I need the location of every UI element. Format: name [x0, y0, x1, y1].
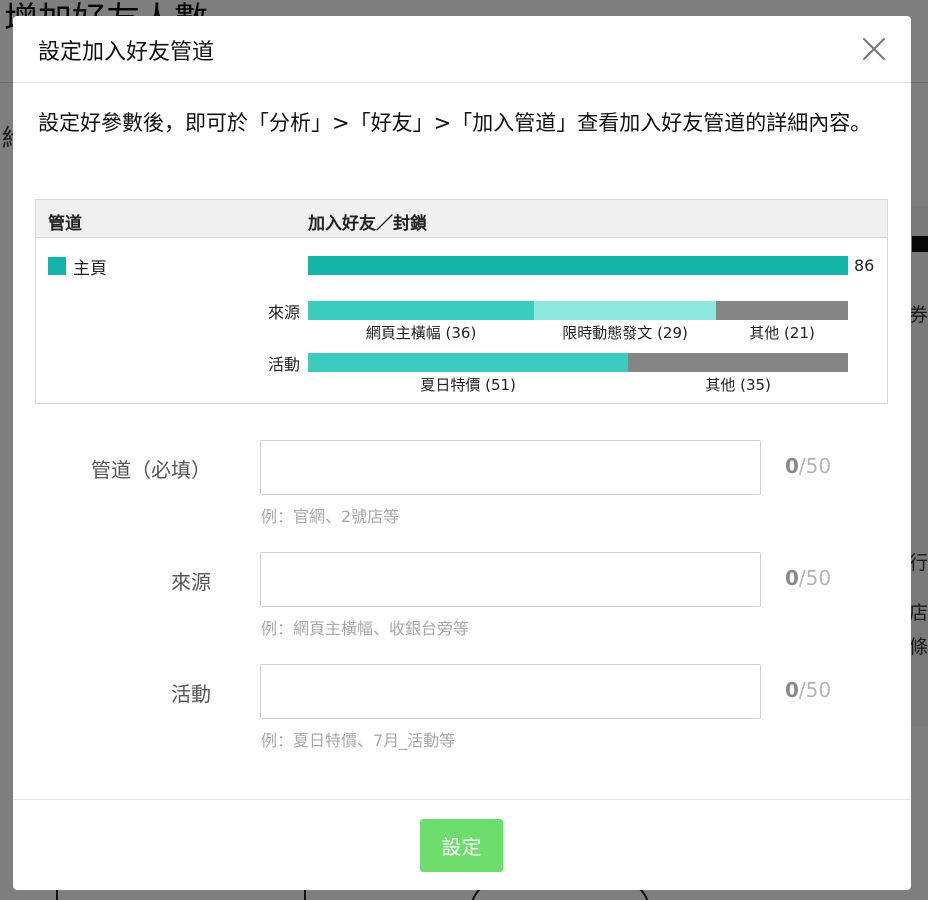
modal-footer: 設定: [13, 799, 911, 890]
char-count-current: 0: [785, 454, 799, 478]
campaign-input[interactable]: [260, 664, 761, 719]
source-char-count: 0/50: [785, 566, 831, 590]
channel-chart: 管道 加入好友／封鎖 主頁 86 來源網頁主橫幅 (36) 限時動態發文 (29) 其…: [35, 199, 888, 404]
segment-label: 其他 (21): [749, 324, 815, 342]
legend-label: 主頁: [73, 259, 107, 279]
chart-header: 管道 加入好友／封鎖: [36, 200, 887, 238]
row-label: 活動: [267, 355, 300, 374]
modal-header: 設定加入好友管道: [13, 16, 911, 83]
bar-segment: [308, 353, 629, 372]
segment-label: 夏日特價 (51): [420, 376, 516, 394]
bar-segment: [534, 301, 717, 320]
campaign-field-label: 活動: [171, 682, 211, 706]
submit-button[interactable]: 設定: [420, 819, 503, 872]
row-label: 來源: [267, 303, 300, 322]
total-value-label: 86: [854, 256, 875, 275]
channel-input[interactable]: [260, 440, 761, 495]
chart-column-friends: 加入好友／封鎖: [308, 214, 427, 234]
chart-column-channel: 管道: [48, 214, 82, 234]
close-icon[interactable]: [861, 36, 887, 62]
stacked-bar-track: [308, 301, 848, 320]
total-bar: [308, 256, 848, 275]
channel-char-count: 0/50: [785, 454, 831, 478]
source-hint: 例：網頁主橫幅、收銀台旁等: [261, 619, 470, 638]
campaign-char-count: 0/50: [785, 678, 831, 702]
channel-hint: 例：官網、2號店等: [261, 507, 400, 526]
segment-label: 網頁主橫幅 (36): [365, 324, 477, 342]
source-input[interactable]: [260, 552, 761, 607]
bar-segment: [628, 353, 848, 372]
segment-label: 限時動態發文 (29): [562, 324, 688, 342]
stacked-bar-track: [308, 353, 848, 372]
char-count-current: 0: [785, 678, 799, 702]
source-field-label: 來源: [171, 570, 211, 594]
char-count-current: 0: [785, 566, 799, 590]
char-count-max: /50: [798, 678, 832, 702]
channel-field-label: 管道（必填）: [91, 458, 211, 482]
total-bar-track: [308, 256, 848, 275]
modal-description: 設定好參數後，即可於「分析」>「好友」>「加入管道」查看加入好友管道的詳細內容。: [38, 111, 872, 135]
char-count-max: /50: [798, 454, 832, 478]
chart-body: 主頁 86 來源網頁主橫幅 (36) 限時動態發文 (29) 其他 (21) 活動夏日特…: [36, 238, 887, 403]
add-friend-channel-modal: 設定加入好友管道 設定好參數後，即可於「分析」>「好友」>「加入管道」查看加入好…: [13, 16, 911, 890]
char-count-max: /50: [798, 566, 832, 590]
bar-segment: [308, 301, 535, 320]
segment-label: 其他 (35): [705, 376, 771, 394]
legend-swatch: [48, 257, 66, 275]
bar-segment: [716, 301, 848, 320]
campaign-hint: 例：夏日特價、7月_活動等: [261, 731, 456, 750]
modal-title: 設定加入好友管道: [38, 40, 215, 65]
